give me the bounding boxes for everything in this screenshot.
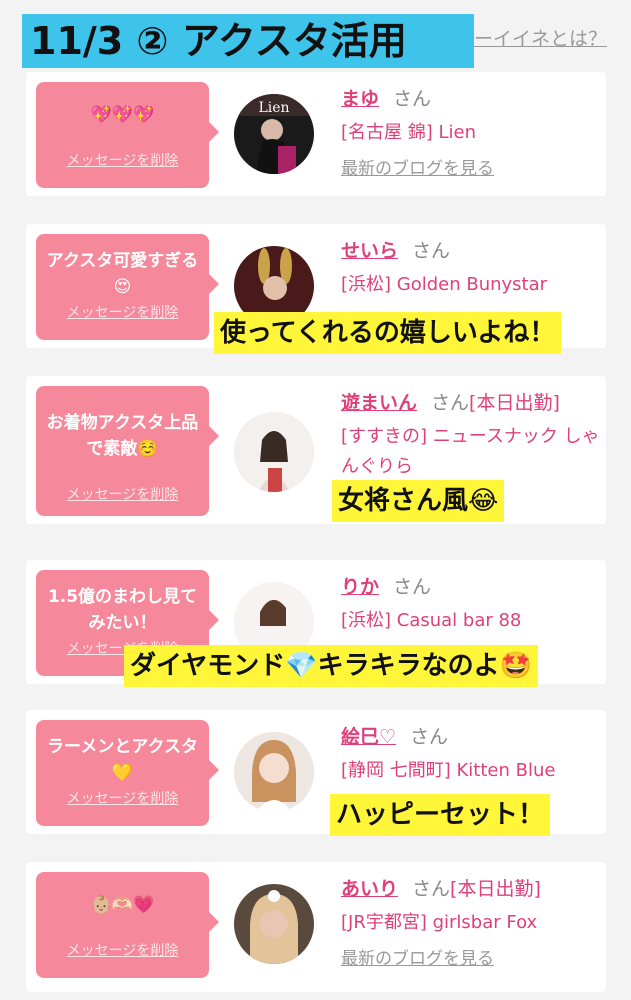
caption-overlay: ダイヤモンド💎キラキラなのよ🤩 [124, 645, 538, 687]
latest-blog-link[interactable]: 最新のブログを見る [341, 944, 494, 969]
delete-message-link[interactable]: メッセージを削除 [36, 484, 209, 504]
message-bubble: 👶🏼🫶🏻💗 メッセージを削除 [36, 872, 219, 978]
delete-message-link[interactable]: メッセージを削除 [36, 150, 209, 170]
on-duty-badge: [本日出勤] [450, 878, 541, 900]
caption-overlay: ハッピーセット！ [330, 794, 551, 836]
user-name-link[interactable]: 絵巳♡ [341, 726, 396, 748]
user-name-link[interactable]: 遊まいん [341, 392, 417, 414]
shop-name: [浜松] Golden Bunystar [341, 274, 548, 295]
message-text: 💖💖💖 [90, 105, 155, 125]
list-item: 👶🏼🫶🏻💗 メッセージを削除 あいり さん[本日出勤] [JR宇都宮] girls… [26, 862, 606, 992]
avatar[interactable] [234, 412, 314, 492]
message-text: 👶🏼🫶🏻💗 [90, 895, 155, 915]
honorific: さん [393, 88, 432, 110]
avatar[interactable]: Lien [234, 94, 314, 174]
shop-name: [JR宇都宮] girlsbar Fox [341, 912, 538, 933]
delete-message-link[interactable]: メッセージを削除 [36, 788, 209, 808]
page-title: 11/3 ② アクスタ活用 [22, 14, 474, 68]
shop-name: [名古屋 錦] Lien [341, 122, 476, 143]
user-name-link[interactable]: りか [341, 576, 379, 598]
caption-overlay: 使ってくれるの嬉しいよね！ [214, 312, 562, 354]
list-item: 💖💖💖 メッセージを削除 Lien まゆ さん [名古屋 錦] Lien 最新のブ… [26, 72, 606, 196]
avatar[interactable] [234, 732, 314, 812]
latest-blog-link[interactable]: 最新のブログを見る [341, 154, 494, 179]
shop-name: [静岡 七間町] Kitten Blue [341, 760, 556, 781]
user-name-link[interactable]: まゆ [341, 88, 379, 110]
message-text: アクスタ可愛すぎる😍 [46, 251, 199, 297]
on-duty-badge: [本日出勤] [469, 392, 560, 414]
honorific: さん [410, 726, 449, 748]
delete-message-link[interactable]: メッセージを削除 [36, 940, 209, 960]
list-item: お着物アクスタ上品で素敵☺️ メッセージを削除 遊まいん さん[本日出勤] [すす… [26, 376, 606, 524]
shop-name: [すすきの] ニュースナック しゃんぐりら [341, 426, 600, 477]
message-bubble: ラーメンとアクスタ💛 メッセージを削除 [36, 720, 219, 826]
message-bubble: お着物アクスタ上品で素敵☺️ メッセージを削除 [36, 386, 219, 516]
iine-help-link[interactable]: ーイイネとは？ [474, 24, 607, 51]
svg-text:Lien: Lien [258, 100, 289, 116]
honorific: さん [412, 878, 451, 900]
user-name-link[interactable]: あいり [341, 878, 398, 900]
message-text: ラーメンとアクスタ💛 [47, 737, 198, 783]
shop-name: [浜松] Casual bar 88 [341, 610, 522, 631]
message-bubble: 💖💖💖 メッセージを削除 [36, 82, 219, 188]
user-name-link[interactable]: せいら [341, 240, 398, 262]
caption-overlay: 女将さん風😂 [332, 480, 505, 522]
delete-message-link[interactable]: メッセージを削除 [36, 302, 209, 322]
message-text: お着物アクスタ上品で素敵☺️ [46, 413, 199, 459]
message-text: 1.5億のまわし見てみたい！ [47, 587, 198, 633]
message-bubble: アクスタ可愛すぎる😍 メッセージを削除 [36, 234, 219, 340]
honorific: さん [431, 392, 470, 414]
honorific: さん [412, 240, 451, 262]
honorific: さん [393, 576, 432, 598]
avatar[interactable] [234, 884, 314, 964]
